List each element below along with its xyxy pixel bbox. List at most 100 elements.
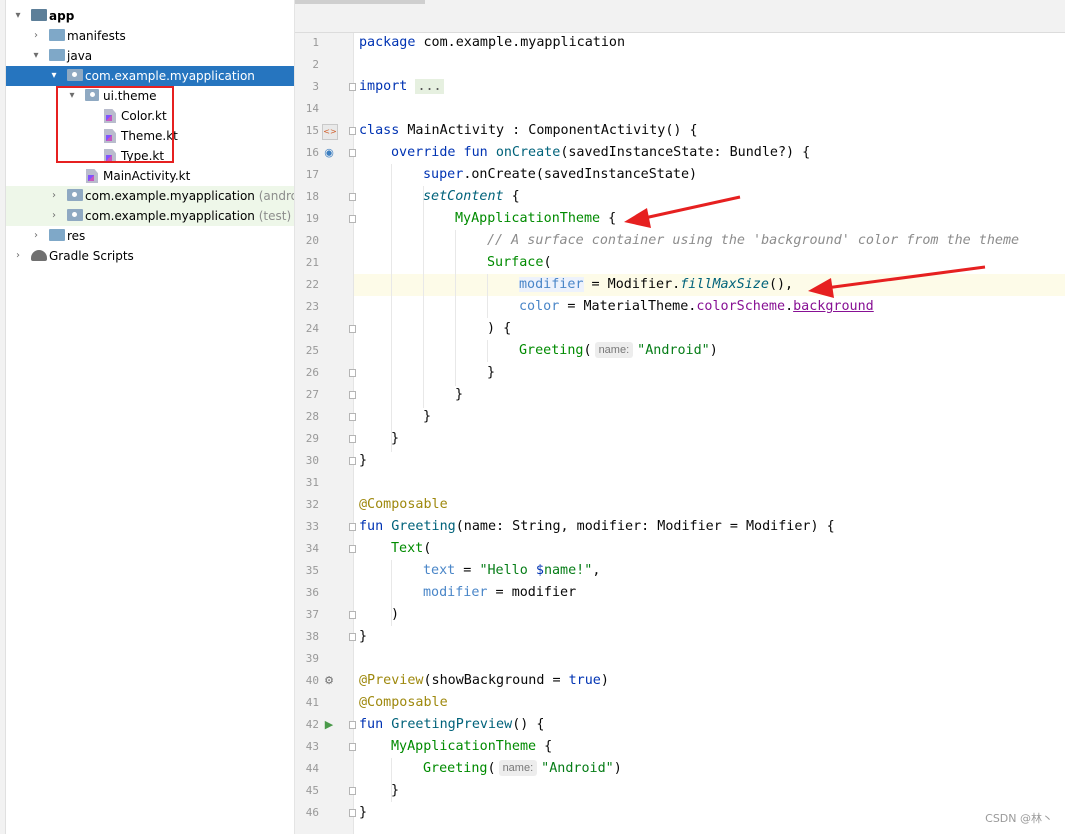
line-number: 34	[305, 542, 319, 555]
code-line-30[interactable]: }	[359, 450, 367, 472]
code-line-42[interactable]: fun GreetingPreview() {	[359, 714, 544, 736]
string-template: $	[535, 563, 544, 578]
fold-marker-icon[interactable]	[349, 391, 356, 399]
fold-marker-icon[interactable]	[349, 743, 356, 751]
folded-imports[interactable]: ...	[415, 79, 444, 94]
tree-item-label: Gradle Scripts	[49, 249, 134, 263]
chevron-right-icon[interactable]: ›	[30, 26, 42, 46]
code-line-46[interactable]: }	[359, 802, 367, 824]
fold-marker-icon[interactable]	[349, 215, 356, 223]
tree-item-manifests[interactable]: › manifests	[6, 26, 294, 46]
code-text: () {	[512, 717, 545, 732]
line-number: 16	[305, 146, 319, 159]
fold-marker-icon[interactable]	[349, 809, 356, 817]
fold-marker-icon[interactable]	[349, 193, 356, 201]
code-line-43[interactable]: MyApplicationTheme {	[391, 736, 552, 758]
fold-marker-icon[interactable]	[349, 611, 356, 619]
fold-marker-icon[interactable]	[349, 83, 356, 91]
tree-item-mainactivity-kt[interactable]: MainActivity.kt	[6, 166, 294, 186]
watermark: CSDN @林丶	[985, 812, 1053, 825]
fold-marker-icon[interactable]	[349, 149, 356, 157]
line-number: 32	[305, 498, 319, 511]
tree-item-res[interactable]: › res	[6, 226, 294, 246]
chevron-right-icon[interactable]: ›	[12, 246, 24, 266]
line-number: 37	[305, 608, 319, 621]
code-line-38[interactable]: }	[359, 626, 367, 648]
code-line-29[interactable]: }	[391, 428, 399, 450]
fold-marker-icon[interactable]	[349, 545, 356, 553]
chevron-down-icon[interactable]: ▾	[48, 66, 60, 86]
code-line-36[interactable]: modifier = modifier	[423, 582, 576, 604]
line-number: 22	[305, 278, 319, 291]
tree-item-app[interactable]: ▾ app	[6, 6, 294, 26]
code-line-28[interactable]: }	[423, 406, 431, 428]
chevron-right-icon[interactable]: ›	[48, 186, 60, 206]
fold-marker-icon[interactable]	[349, 413, 356, 421]
code-line-25[interactable]: Greeting(name: "Android")	[519, 340, 718, 362]
tree-item-package-test[interactable]: › com.example.myapplication (test)	[6, 206, 294, 226]
run-preview-icon[interactable]: ▶	[322, 718, 336, 732]
code-line-17[interactable]: super.onCreate(savedInstanceState)	[423, 164, 697, 186]
code-line-23[interactable]: color = MaterialTheme.colorScheme.backgr…	[519, 296, 874, 318]
code-line-15[interactable]: class MainActivity : ComponentActivity()…	[359, 120, 698, 142]
keyword: package	[359, 35, 416, 50]
named-argument: text	[423, 563, 456, 578]
code-text: {	[503, 189, 520, 204]
code-line-45[interactable]: }	[391, 780, 399, 802]
function-name: Greeting	[391, 519, 456, 534]
override-method-icon[interactable]: ◉	[322, 146, 336, 160]
tree-item-package-androidtest[interactable]: › com.example.myapplication (androidTe	[6, 186, 294, 206]
package-icon	[67, 69, 83, 81]
line-number: 42	[305, 718, 319, 731]
code-text: )	[709, 343, 718, 358]
code-line-3[interactable]: import ...	[359, 76, 444, 98]
tree-item-label: java	[67, 49, 93, 63]
code-line-41[interactable]: @Composable	[359, 692, 448, 714]
indent-guide	[455, 230, 456, 386]
line-number: 36	[305, 586, 319, 599]
code-line-21[interactable]: Surface(	[487, 252, 552, 274]
code-line-33[interactable]: fun Greeting(name: String, modifier: Mod…	[359, 516, 835, 538]
code-line-27[interactable]: }	[455, 384, 463, 406]
code-text: .onCreate(savedInstanceState)	[463, 167, 698, 182]
tree-item-gradle-scripts[interactable]: › Gradle Scripts	[6, 246, 294, 266]
code-line-32[interactable]: @Composable	[359, 494, 448, 516]
indent-guide	[487, 340, 488, 362]
code-line-40[interactable]: @Preview(showBackground = true)	[359, 670, 609, 692]
fold-marker-icon[interactable]	[349, 457, 356, 465]
function-call: fillMaxSize	[680, 277, 769, 292]
fold-marker-icon[interactable]	[349, 127, 356, 135]
fold-marker-icon[interactable]	[349, 325, 356, 333]
code-line-19[interactable]: MyApplicationTheme {	[455, 208, 616, 230]
module-folder-icon	[31, 9, 47, 21]
tree-item-java[interactable]: ▾ java	[6, 46, 294, 66]
fold-marker-icon[interactable]	[349, 369, 356, 377]
code-line-16[interactable]: override fun onCreate(savedInstanceState…	[391, 142, 810, 164]
code-line-44[interactable]: Greeting(name: "Android")	[423, 758, 622, 780]
fold-marker-icon[interactable]	[349, 523, 356, 531]
fold-marker-icon[interactable]	[349, 721, 356, 729]
code-text: (	[543, 255, 552, 270]
preview-settings-gear-icon[interactable]: ⚙	[322, 674, 336, 688]
code-line-24[interactable]: ) {	[487, 318, 511, 340]
function-name: onCreate	[495, 145, 561, 160]
chevron-right-icon[interactable]: ›	[48, 206, 60, 226]
code-line-26[interactable]: }	[487, 362, 495, 384]
code-line-20[interactable]: // A surface container using the 'backgr…	[487, 230, 1019, 252]
chevron-right-icon[interactable]: ›	[30, 226, 42, 246]
fold-marker-icon[interactable]	[349, 633, 356, 641]
code-line-35[interactable]: text = "Hello $name!",	[423, 560, 600, 582]
tree-item-package-main[interactable]: ▾ com.example.myapplication	[6, 66, 294, 86]
chevron-down-icon[interactable]: ▾	[12, 6, 24, 26]
activity-layout-icon[interactable]: <>	[322, 124, 338, 140]
gradle-elephant-icon	[31, 250, 47, 261]
fold-marker-icon[interactable]	[349, 435, 356, 443]
fold-marker-icon[interactable]	[349, 787, 356, 795]
code-line-22[interactable]: modifier = Modifier.fillMaxSize(),	[519, 274, 793, 296]
chevron-down-icon[interactable]: ▾	[30, 46, 42, 66]
code-line-37[interactable]: )	[391, 604, 399, 626]
code-line-18[interactable]: setContent {	[423, 186, 520, 208]
code-line-34[interactable]: Text(	[391, 538, 431, 560]
code-line-1[interactable]: package com.example.myapplication	[359, 32, 625, 54]
tree-item-label: MainActivity.kt	[103, 169, 191, 183]
